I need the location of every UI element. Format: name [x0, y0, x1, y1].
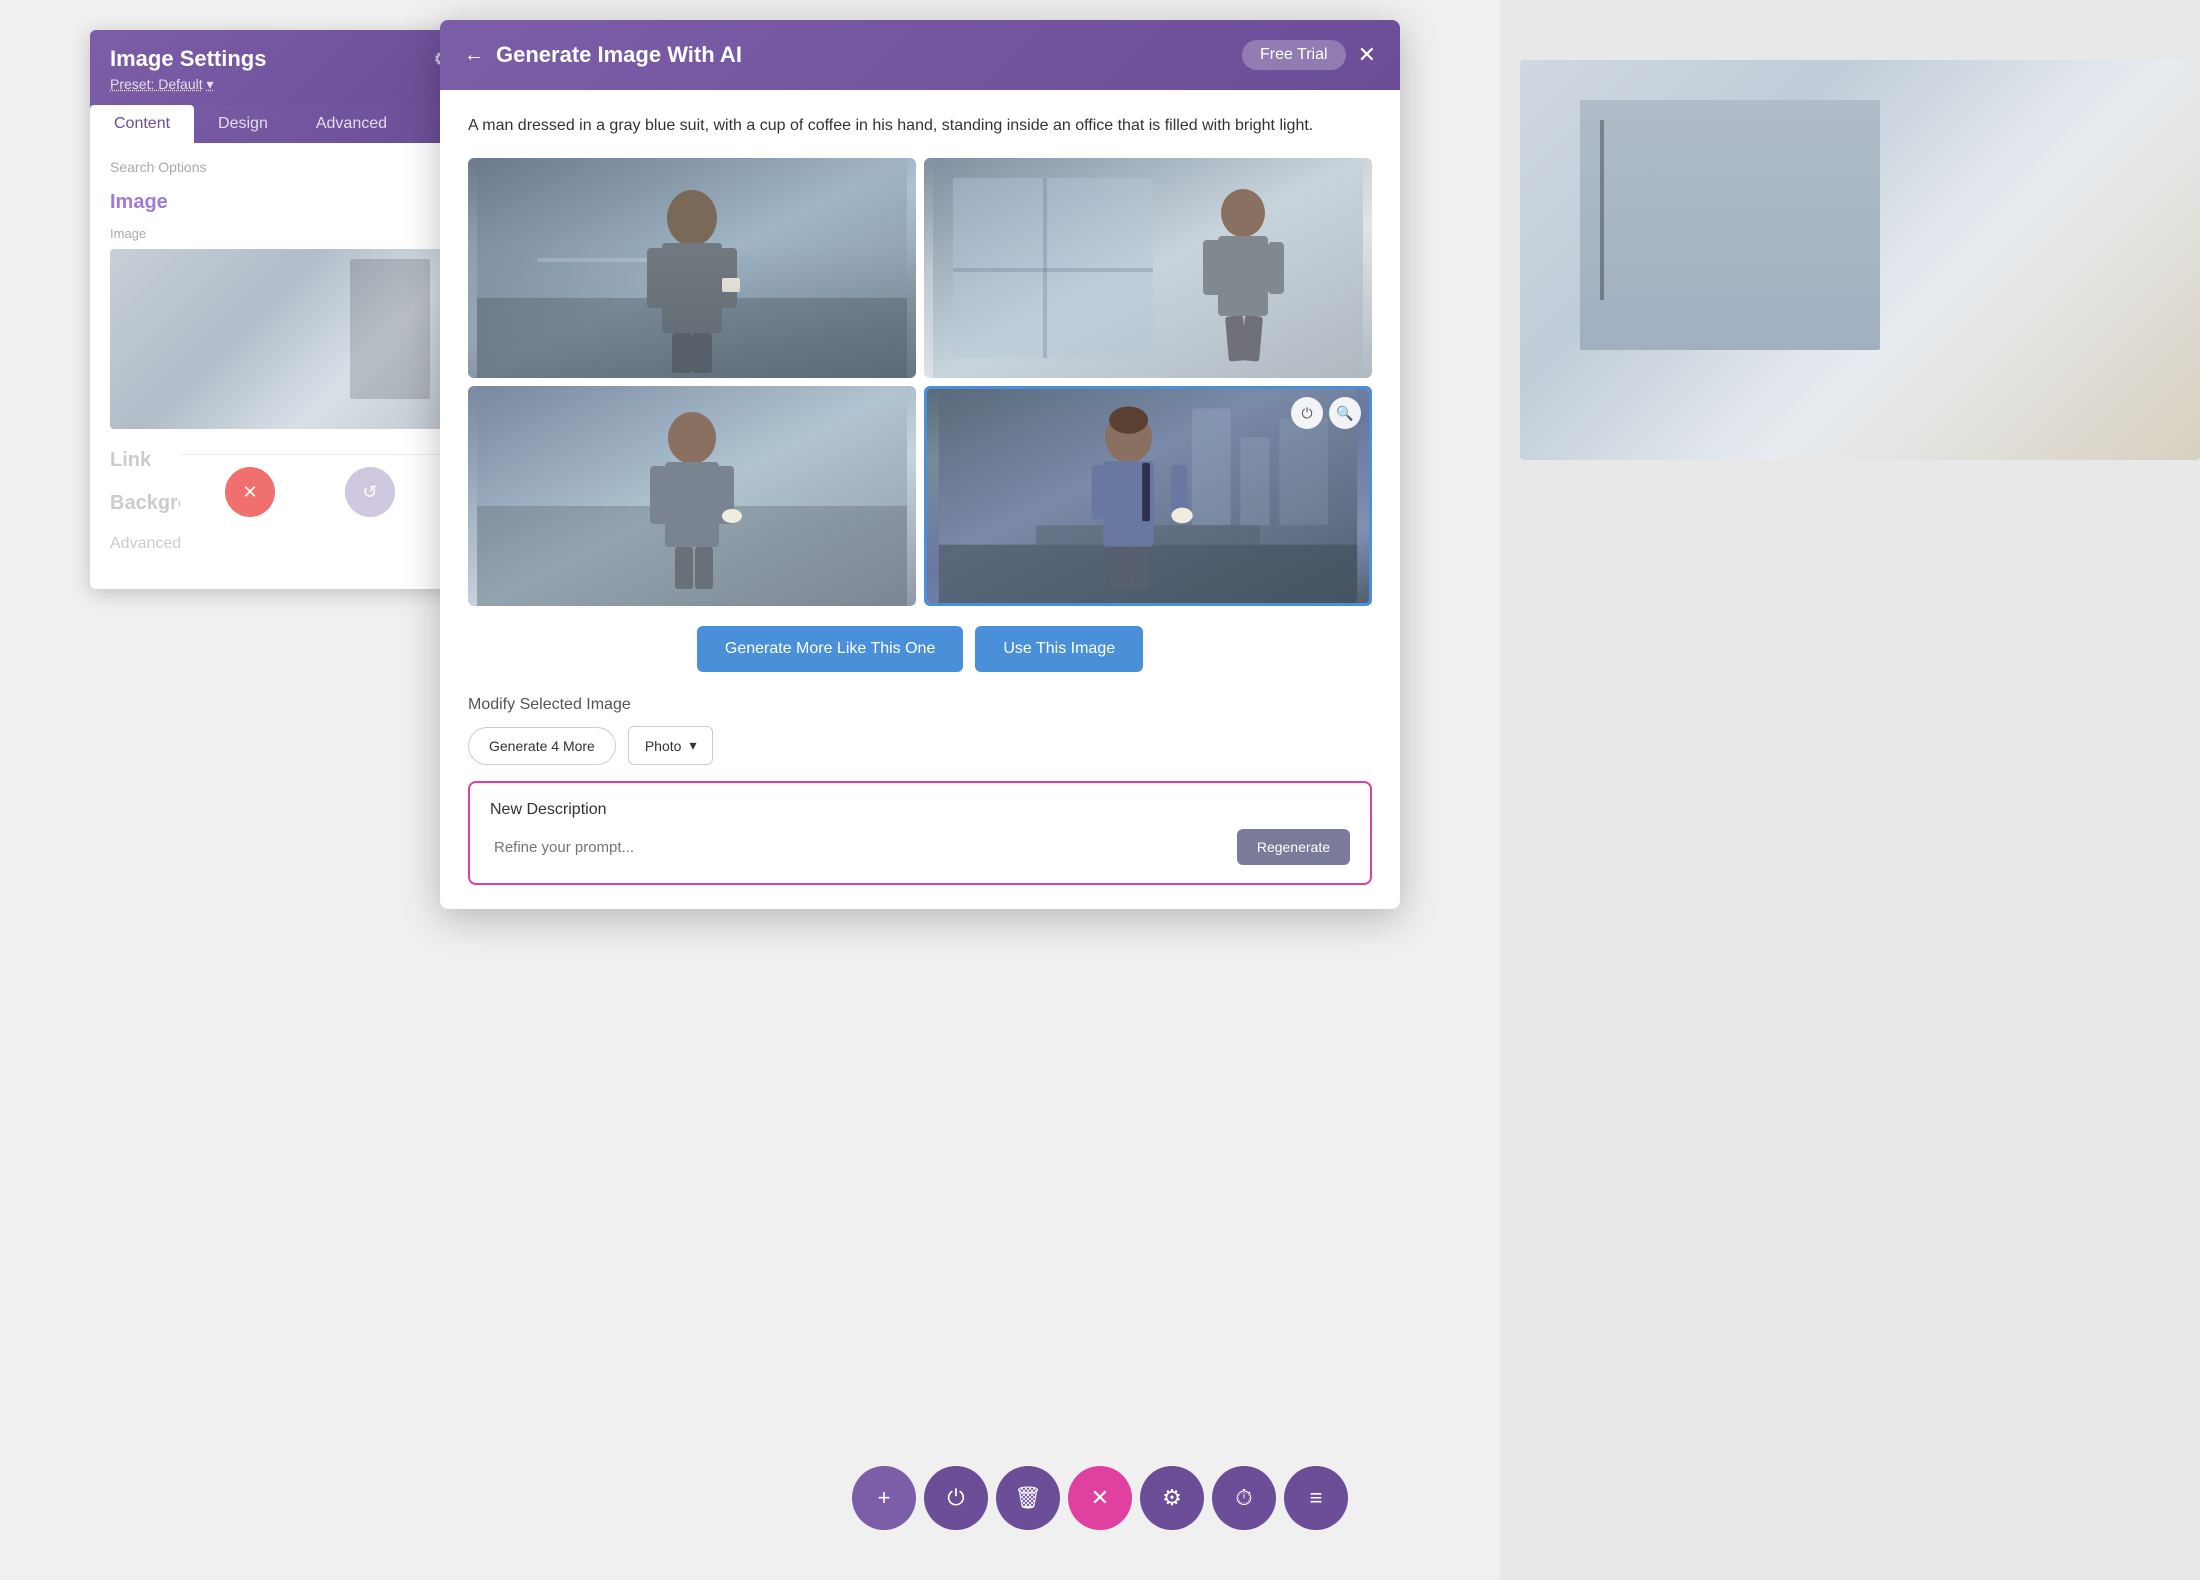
cell-4-icons: ⏻ 🔍: [1291, 397, 1361, 429]
grid-cell-4[interactable]: ⏻ 🔍: [924, 386, 1372, 606]
regenerate-button[interactable]: Regenerate: [1237, 829, 1350, 865]
cancel-button[interactable]: ✕: [225, 467, 275, 517]
description-input[interactable]: [490, 831, 1227, 864]
settings-header: Image Settings ⚙ Preset: Default ▾: [90, 30, 470, 105]
grid-image-3: [468, 386, 916, 606]
new-description-section: New Description Regenerate: [468, 781, 1372, 885]
settings-panel: Image Settings ⚙ Preset: Default ▾ Conte…: [90, 30, 470, 589]
settings-title-text: Image Settings: [110, 46, 266, 72]
person-svg-1: [468, 158, 916, 378]
tab-content[interactable]: Content: [90, 105, 194, 143]
cell-power-icon[interactable]: ⏻: [1291, 397, 1323, 429]
person-svg-2: [924, 158, 1372, 378]
ai-modal-title: Generate Image With AI: [496, 42, 742, 68]
background-office-image: [1520, 60, 2200, 460]
settings-preset[interactable]: Preset: Default ▾: [110, 76, 450, 93]
new-desc-title: New Description: [490, 801, 1350, 819]
image-grid: ⏻ 🔍: [468, 158, 1372, 606]
close-button[interactable]: ✕: [1358, 42, 1376, 68]
bottom-toolbar: ✕ ↺ ↻: [180, 454, 470, 529]
modify-section: Modify Selected Image Generate 4 More Ph…: [468, 696, 1372, 765]
float-add-button[interactable]: +: [852, 1466, 916, 1530]
ai-modal-header: ← Generate Image With AI Free Trial ✕: [440, 20, 1400, 90]
modify-title: Modify Selected Image: [468, 696, 1372, 714]
generate-4-button[interactable]: Generate 4 More: [468, 727, 616, 765]
generate-more-button[interactable]: Generate More Like This One: [697, 626, 963, 672]
grid-image-1: [468, 158, 916, 378]
background-panel: [1500, 0, 2200, 1580]
grid-image-2: [924, 158, 1372, 378]
action-row: Generate More Like This One Use This Ima…: [468, 626, 1372, 672]
float-power-button[interactable]: ⏻: [924, 1466, 988, 1530]
modify-controls: Generate 4 More Photo ▾: [468, 726, 1372, 765]
tab-advanced[interactable]: Advanced: [292, 105, 411, 143]
header-right: Free Trial ✕: [1242, 40, 1376, 70]
undo-button[interactable]: ↺: [345, 467, 395, 517]
person-svg-3: [468, 386, 916, 606]
ai-modal-body: A man dressed in a gray blue suit, with …: [440, 90, 1400, 909]
float-toolbar: + ⏻ 🗑 ✕ ⚙ ⏱ ≡: [852, 1466, 1348, 1530]
grid-cell-1[interactable]: [468, 158, 916, 378]
prompt-text: A man dressed in a gray blue suit, with …: [468, 114, 1372, 138]
back-arrow-icon[interactable]: ←: [464, 44, 484, 67]
cell-zoom-icon[interactable]: 🔍: [1329, 397, 1361, 429]
search-options: Search Options: [110, 159, 450, 175]
grid-cell-2[interactable]: [924, 158, 1372, 378]
ai-modal: ← Generate Image With AI Free Trial ✕ A …: [440, 20, 1400, 909]
float-delete-button[interactable]: 🗑: [996, 1466, 1060, 1530]
float-close-button[interactable]: ✕: [1068, 1466, 1132, 1530]
free-trial-badge[interactable]: Free Trial: [1242, 40, 1346, 70]
image-section-title: Image: [110, 191, 450, 214]
desc-input-row: Regenerate: [490, 829, 1350, 865]
float-timer-button[interactable]: ⏱: [1212, 1466, 1276, 1530]
float-settings-button[interactable]: ⚙: [1140, 1466, 1204, 1530]
float-menu-button[interactable]: ≡: [1284, 1466, 1348, 1530]
settings-title-row: Image Settings ⚙: [110, 46, 450, 72]
style-select[interactable]: Photo ▾: [628, 726, 714, 765]
ai-modal-title-area: ← Generate Image With AI: [464, 42, 742, 68]
grid-cell-3[interactable]: [468, 386, 916, 606]
image-label: Image: [110, 226, 450, 241]
use-image-button[interactable]: Use This Image: [975, 626, 1143, 672]
advanced-section-title: Advanced: [110, 535, 450, 553]
image-preview[interactable]: [110, 249, 450, 429]
tab-design[interactable]: Design: [194, 105, 292, 143]
settings-tabs: Content Design Advanced: [90, 105, 470, 143]
